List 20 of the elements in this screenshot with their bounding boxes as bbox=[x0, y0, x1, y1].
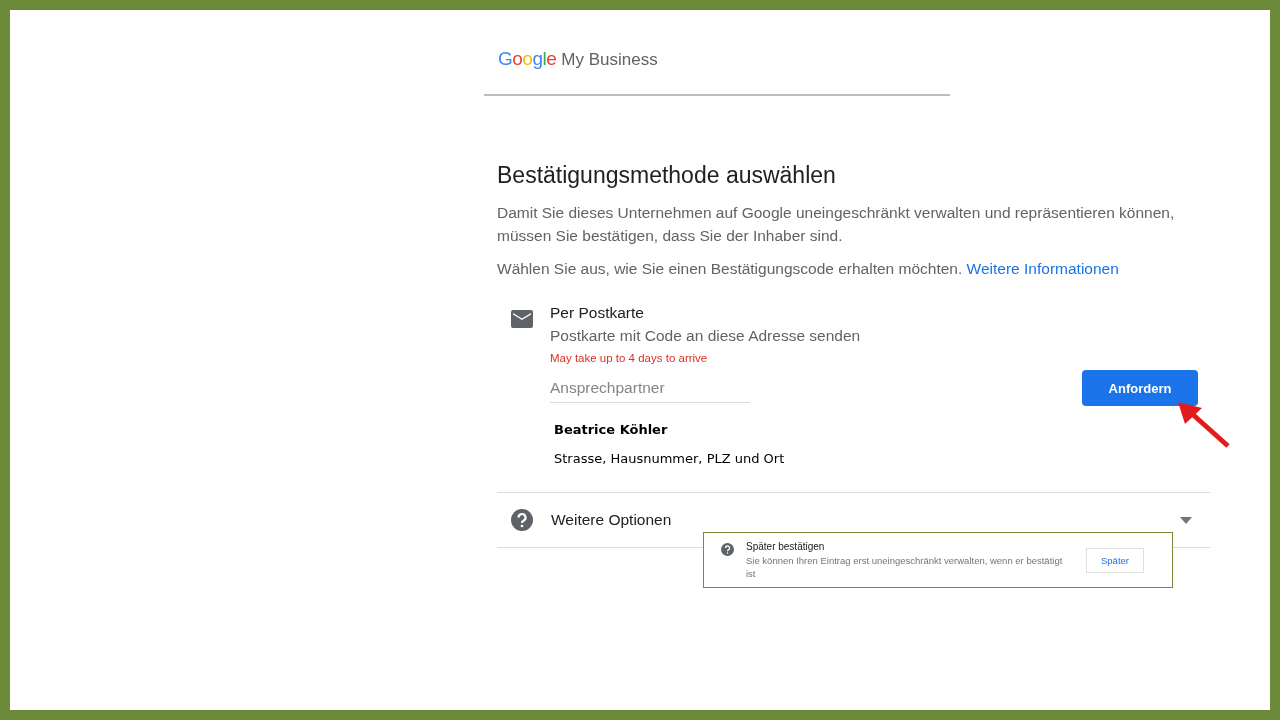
address-text: Strasse, Hausnummer, PLZ und Ort bbox=[554, 451, 786, 466]
logo-word: Google bbox=[498, 48, 557, 70]
contact-name: Beatrice Köhler bbox=[554, 422, 669, 437]
help-icon bbox=[511, 509, 533, 531]
help-icon bbox=[721, 543, 734, 556]
more-info-link[interactable]: Weitere Informationen bbox=[966, 260, 1119, 277]
page-title: Bestätigungsmethode auswählen bbox=[497, 162, 837, 189]
pointer-arrow bbox=[1176, 400, 1232, 450]
intro-text: Damit Sie dieses Unternehmen auf Google uneingeschränkt verwalten und repräsentieren können, müssen Sie bestätigen, dass Sie der Inhaber sind. bbox=[497, 203, 1176, 246]
choose-text: Wählen Sie aus, wie Sie einen Bestätigungscode erhalten möchten. Weitere Informationen bbox=[497, 259, 1120, 279]
delivery-note: May take up to 4 days to arrive bbox=[550, 352, 709, 364]
option-title: Per Postkarte bbox=[550, 304, 645, 322]
popup-text: Sie können Ihren Eintrag erst uneingeschränkt verwalten, wenn er bestätigt ist bbox=[746, 553, 1064, 580]
more-options-label: Weitere Optionen bbox=[551, 511, 673, 529]
product-name: My Business bbox=[561, 50, 658, 70]
later-button[interactable]: Später bbox=[1086, 547, 1144, 573]
option-subtitle: Postkarte mit Code an diese Adresse senden bbox=[550, 327, 862, 345]
popup-title: Später bestätigen bbox=[746, 540, 826, 552]
request-button[interactable]: Anfordern bbox=[1082, 370, 1198, 406]
mail-icon bbox=[511, 310, 533, 328]
